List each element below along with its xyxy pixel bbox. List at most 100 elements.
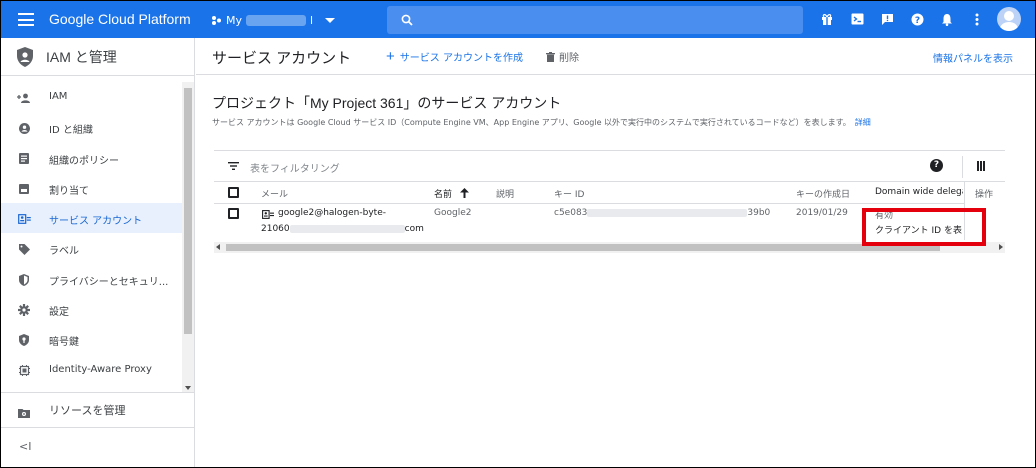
feedback-icon[interactable] (879, 11, 895, 27)
create-service-account-button[interactable]: + サービス アカウントを作成 (386, 47, 523, 65)
scroll-down-arrow-icon[interactable] (185, 386, 191, 390)
sidebar-item-quotas[interactable]: 割り当て (1, 173, 182, 203)
show-info-panel-link[interactable]: 情報パネルを表示 (933, 50, 1013, 65)
key-id-redacted (587, 208, 748, 217)
column-display-options-icon[interactable] (977, 161, 985, 171)
sidebar-divider (1, 427, 195, 428)
sidebar-divider (1, 392, 195, 393)
project-dots-icon (212, 15, 221, 25)
crypto-key-shield-icon (17, 333, 31, 347)
service-account-icon (17, 212, 31, 226)
key-created-date: 2019/01/29 (796, 208, 848, 218)
column-header-name[interactable]: 名前 (434, 187, 469, 200)
collapse-sidebar-button[interactable]: <I (19, 440, 31, 453)
scrollbar-thumb[interactable] (226, 244, 940, 251)
hamburger-menu-icon[interactable] (18, 13, 34, 26)
help-icon[interactable]: ? (930, 159, 943, 172)
page-toolbar: サービス アカウント + サービス アカウントを作成 削除 情報パネルを表示 (196, 38, 1035, 75)
account-avatar[interactable] (997, 7, 1021, 31)
service-account-icon (262, 210, 274, 219)
gear-icon (17, 303, 31, 317)
svg-text:?: ? (914, 16, 919, 26)
section-description: サービス アカウントは Google Cloud サービス ID（Compute… (212, 117, 871, 128)
account-name: Google2 (434, 208, 472, 218)
sidebar-item-label: 暗号鍵 (49, 337, 79, 349)
notifications-icon[interactable] (939, 11, 955, 27)
iam-shield-icon (17, 46, 33, 67)
cloud-shell-icon[interactable] (849, 11, 865, 27)
column-header-email[interactable]: メール (261, 187, 288, 200)
project-name-prefix: My (226, 13, 243, 27)
details-link[interactable]: 詳細 (855, 118, 871, 127)
add-person-icon (17, 91, 31, 105)
more-vert-icon[interactable] (969, 11, 985, 27)
sidebar-item-label: 割り当て (49, 185, 89, 197)
select-all-checkbox[interactable] (228, 187, 239, 198)
email-suffix: com (404, 224, 424, 234)
chevron-down-icon (325, 17, 336, 23)
sidebar-item-iam[interactable]: IAM (1, 82, 182, 112)
trash-icon (546, 51, 555, 62)
key-id: c5e083 39b0 (554, 208, 770, 218)
email-redacted (289, 224, 405, 233)
project-name-redacted (246, 14, 307, 26)
create-button-label: サービス アカウントを作成 (399, 53, 523, 64)
row-checkbox[interactable] (228, 208, 239, 219)
plus-icon: + (386, 47, 395, 65)
sidebar-item-label: 組織のポリシー (49, 155, 119, 167)
column-header-domain-delegation[interactable]: Domain wide delegati (875, 187, 963, 197)
gift-icon[interactable] (819, 11, 835, 27)
sidebar-item-label: ラベル (49, 246, 79, 258)
manage-resources-link[interactable]: リソースを管理 (1, 394, 195, 424)
sidebar-item-labels[interactable]: ラベル (1, 233, 182, 263)
delete-button[interactable]: 削除 (546, 49, 579, 64)
filter-divider (962, 156, 963, 178)
sidebar-item-privacy-security[interactable]: プライバシーとセキュリ... (1, 264, 182, 294)
column-header-name-label: 名前 (434, 190, 453, 200)
quota-icon (17, 182, 31, 196)
key-id-prefix: c5e083 (554, 208, 588, 218)
sidebar-item-settings[interactable]: 設定 (1, 294, 182, 324)
sidebar-item-identity-org[interactable]: ID と組織 (1, 112, 182, 142)
policy-doc-icon (17, 152, 31, 166)
account-email-line2[interactable]: 21060 com (261, 224, 424, 234)
scroll-left-arrow-icon[interactable] (216, 244, 220, 250)
column-header-description[interactable]: 説明 (496, 187, 514, 200)
manage-resources-icon (18, 403, 30, 422)
scroll-right-arrow-icon[interactable] (999, 244, 1003, 250)
sidebar-nav: IAM ID と組織 組織のポリシー 割り当て サービス アカウント ラベル プ… (1, 82, 182, 385)
privacy-shield-icon (17, 273, 31, 287)
top-app-bar: Google Cloud Platform My l ? (1, 1, 1035, 38)
account-circle-icon (17, 121, 31, 135)
sort-ascending-icon (459, 188, 469, 198)
manage-resources-label: リソースを管理 (49, 404, 126, 417)
page-title: サービス アカウント (212, 50, 352, 67)
sidebar-header: IAM と管理 (1, 38, 195, 75)
key-id-suffix: 39b0 (747, 208, 771, 218)
search-bar[interactable] (387, 6, 803, 34)
column-header-key-created[interactable]: キーの作成日 (796, 187, 850, 200)
scrollbar-thumb[interactable] (184, 88, 192, 334)
filter-list-icon (228, 162, 239, 170)
sidebar-item-label: ID と組織 (49, 125, 93, 137)
project-selector[interactable]: My l (211, 11, 336, 29)
filter-input[interactable]: 表をフィルタリング (250, 160, 750, 175)
column-header-key-id[interactable]: キー ID (554, 187, 584, 200)
table-header: メール 名前 説明 キー ID キーの作成日 Domain wide deleg… (214, 182, 1005, 204)
search-icon (401, 14, 413, 26)
main-content: サービス アカウント + サービス アカウントを作成 削除 情報パネルを表示 プ… (196, 38, 1035, 467)
sidebar-item-crypto-keys[interactable]: 暗号鍵 (1, 324, 182, 354)
sidebar-item-service-accounts[interactable]: サービス アカウント (1, 203, 182, 234)
sidebar-item-label: サービス アカウント (49, 216, 143, 228)
account-email-line1[interactable]: google2@halogen-byte- (278, 208, 386, 218)
sidebar-scrollbar[interactable] (182, 82, 194, 392)
sidebar-item-label: IAM (49, 91, 68, 102)
app-brand[interactable]: Google Cloud Platform (49, 11, 191, 27)
annotation-highlight-box (862, 208, 986, 246)
sidebar-item-identity-aware-proxy[interactable]: Identity-Aware Proxy (1, 355, 182, 385)
column-header-actions: 操作 (975, 190, 994, 200)
sidebar-item-org-policies[interactable]: 組織のポリシー (1, 143, 182, 173)
description-text: サービス アカウントは Google Cloud サービス ID（Compute… (212, 118, 851, 127)
iap-icon (17, 364, 31, 378)
help-icon[interactable]: ? (909, 11, 925, 27)
